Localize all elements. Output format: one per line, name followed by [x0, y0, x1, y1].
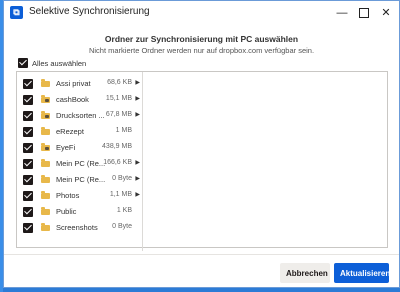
folder-size: 15,1 MB — [105, 95, 132, 102]
folder-name: Screenshots — [56, 223, 98, 232]
folder-row[interactable]: cashBook 15,1 MB ▶ — [17, 92, 142, 108]
maximize-icon — [359, 8, 369, 19]
folder-name: Assi privat — [56, 79, 91, 88]
folder-list: Assi privat 68,6 KB ▶ cashBook 15,1 MB ▶ Druck… — [17, 72, 143, 251]
folder-name: Public — [56, 207, 77, 216]
folder-size: 438,9 MB — [102, 143, 132, 150]
folder-checkbox[interactable] — [23, 175, 33, 185]
folder-row[interactable]: EyeFi 438,9 MB — [17, 140, 142, 156]
folder-size: 1,1 MB — [109, 191, 132, 198]
folder-size: 0 Byte — [112, 223, 132, 230]
folder-icon — [41, 175, 50, 183]
footer-divider — [4, 254, 399, 255]
folder-checkbox[interactable] — [23, 111, 33, 121]
expand-arrow-icon[interactable]: ▶ — [135, 95, 140, 102]
folder-name: cashBook — [56, 95, 89, 104]
folder-size: 1 MB — [115, 127, 132, 134]
folder-row[interactable]: Photos 1,1 MB ▶ — [17, 188, 142, 204]
dialog-heading: Ordner zur Synchronisierung mit PC auswä… — [104, 34, 299, 44]
shared-folder-icon — [41, 95, 50, 103]
folder-row[interactable]: Mein PC (Re... 0 Byte ▶ — [17, 172, 142, 188]
folder-size: 68,6 KB — [107, 79, 132, 86]
update-button[interactable]: Aktualisieren — [334, 263, 390, 283]
folder-name: eRezept — [56, 127, 84, 136]
expand-arrow-icon[interactable]: ▶ — [135, 191, 140, 198]
folder-size: 1 KB — [116, 207, 132, 214]
title-bar: ⧉ Selektive Synchronisierung — ✕ — [4, 1, 399, 25]
dropbox-app-icon: ⧉ — [10, 6, 23, 19]
folder-icon — [41, 79, 50, 87]
expand-arrow-icon[interactable]: ▶ — [135, 159, 140, 166]
close-button[interactable]: ✕ — [375, 4, 397, 22]
maximize-button[interactable] — [353, 4, 375, 22]
folder-name: Drucksorten ... — [56, 111, 105, 120]
cancel-button[interactable]: Abbrechen — [280, 263, 330, 283]
folder-icon — [41, 159, 50, 167]
folder-checkbox[interactable] — [23, 79, 33, 89]
folder-checkbox[interactable] — [23, 127, 33, 137]
folder-row[interactable]: Drucksorten ... 67,8 MB ▶ — [17, 108, 142, 124]
folder-browser: Assi privat 68,6 KB ▶ cashBook 15,1 MB ▶ Druck… — [16, 71, 388, 251]
shared-folder-icon — [41, 143, 50, 151]
folder-row[interactable]: Mein PC (Re... 166,6 KB ▶ — [17, 156, 142, 172]
folder-checkbox[interactable] — [23, 191, 33, 201]
select-all-checkbox[interactable]: Alles auswählen — [18, 58, 87, 69]
window-title: Selektive Synchronisierung — [29, 6, 150, 17]
folder-name: Mein PC (Re... — [56, 175, 106, 184]
minimize-button[interactable]: — — [331, 4, 353, 22]
folder-checkbox[interactable] — [23, 95, 33, 105]
folder-icon — [41, 127, 50, 135]
folder-size: 67,8 MB — [105, 111, 132, 118]
folder-row[interactable]: Public 1 KB — [17, 204, 142, 220]
folder-row[interactable]: Assi privat 68,6 KB ▶ — [17, 76, 142, 92]
folder-name: Photos — [56, 191, 80, 200]
folder-checkbox[interactable] — [23, 207, 33, 217]
folder-checkbox[interactable] — [23, 159, 33, 169]
expand-arrow-icon[interactable]: ▶ — [135, 175, 140, 182]
folder-name: Mein PC (Re... — [56, 159, 106, 168]
folder-size: 0 Byte — [112, 175, 132, 182]
folder-row[interactable]: eRezept 1 MB — [17, 124, 142, 140]
folder-size: 166,6 KB — [103, 159, 132, 166]
selective-sync-dialog: ⧉ Selektive Synchronisierung — ✕ Ordner … — [3, 0, 400, 288]
folder-icon — [41, 223, 50, 231]
folder-row[interactable]: Screenshots 0 Byte — [17, 220, 142, 236]
folder-checkbox[interactable] — [23, 143, 33, 153]
expand-arrow-icon[interactable]: ▶ — [135, 111, 140, 118]
folder-checkbox[interactable] — [23, 223, 33, 233]
checkbox-checked-icon — [18, 58, 28, 69]
folder-name: EyeFi — [56, 143, 76, 152]
expand-arrow-icon[interactable]: ▶ — [135, 79, 140, 86]
folder-icon — [41, 207, 50, 215]
select-all-label: Alles auswählen — [32, 58, 87, 68]
folder-icon — [41, 191, 50, 199]
dialog-subheading: Nicht markierte Ordner werden nur auf dr… — [88, 46, 315, 55]
shared-folder-icon — [41, 111, 50, 119]
